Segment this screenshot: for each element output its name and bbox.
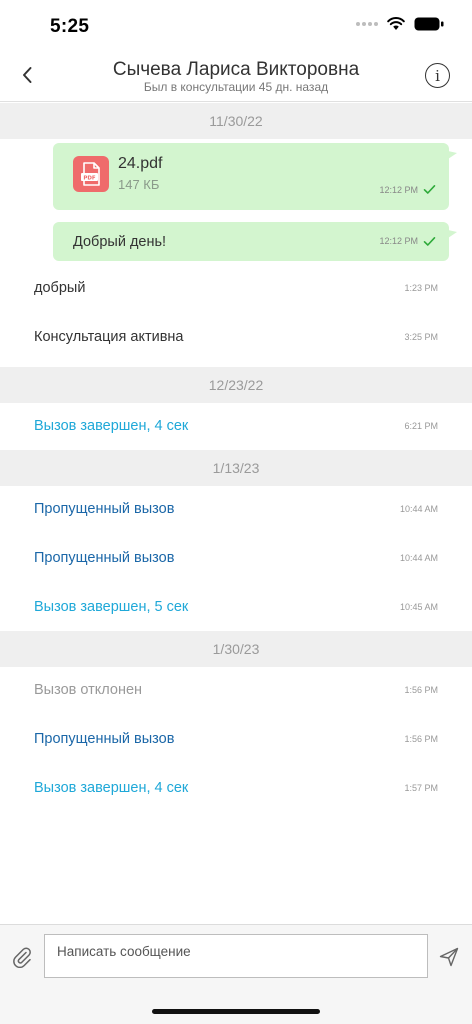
message-time: 10:44 AM	[399, 504, 438, 514]
call-event-message[interactable]: Пропущенный вызов 10:44 AM	[0, 535, 472, 584]
check-icon	[423, 237, 436, 246]
call-completed-text: Вызов завершен, 4 сек	[34, 418, 189, 434]
missed-call-text: Пропущенный вызов	[34, 731, 175, 747]
message-composer	[0, 924, 472, 1024]
call-completed-text: Вызов завершен, 4 сек	[34, 780, 189, 796]
last-seen-status: Был в консультации 45 дн. назад	[143, 80, 329, 94]
message-text: Консультация активна	[34, 329, 184, 345]
status-bar: 5:25	[0, 0, 472, 50]
message-text: Добрый день!	[73, 234, 167, 250]
message-input[interactable]	[44, 934, 428, 978]
call-completed-text: Вызов завершен, 5 сек	[34, 599, 189, 615]
message-time: 1:57 PM	[404, 783, 438, 793]
attach-button[interactable]	[11, 946, 33, 969]
status-icons	[356, 17, 444, 31]
message-time: 10:44 AM	[399, 553, 438, 563]
pdf-file-icon[interactable]: PDF	[73, 156, 109, 192]
signal-dots-icon	[356, 22, 378, 26]
file-name[interactable]: 24.pdf	[118, 155, 162, 173]
paperclip-icon	[13, 947, 31, 969]
call-event-message[interactable]: Вызов завершен, 4 сек 6:21 PM	[0, 403, 472, 450]
info-button[interactable]: i	[425, 63, 450, 88]
chat-messages[interactable]: 11/30/22 PDF 24.pdf 147 КБ 12:12 PM Добр…	[0, 103, 472, 924]
date-separator: 1/30/23	[0, 631, 472, 667]
call-event-message[interactable]: Вызов отклонен 1:56 PM	[0, 667, 472, 716]
battery-icon	[414, 17, 444, 31]
message-time: 1:23 PM	[404, 283, 438, 293]
missed-call-text: Пропущенный вызов	[34, 550, 175, 566]
message-time: 12:12 PM	[379, 185, 418, 195]
file-message-bubble[interactable]: PDF 24.pdf 147 КБ 12:12 PM	[53, 143, 457, 210]
incoming-message[interactable]: добрый 1:23 PM	[0, 265, 472, 314]
contact-name[interactable]: Сычева Лариса Викторовна	[0, 59, 472, 81]
call-event-message[interactable]: Пропущенный вызов 1:56 PM	[0, 716, 472, 765]
check-icon	[423, 185, 436, 194]
message-time: 6:21 PM	[404, 421, 438, 431]
chat-header: Сычева Лариса Викторовна Был в консульта…	[0, 50, 472, 102]
send-button[interactable]	[438, 946, 460, 968]
message-time: 1:56 PM	[404, 685, 438, 695]
date-separator: 11/30/22	[0, 103, 472, 139]
declined-call-text: Вызов отклонен	[34, 682, 143, 698]
status-time: 5:25	[50, 16, 90, 37]
file-size: 147 КБ	[118, 177, 160, 192]
call-event-message[interactable]: Вызов завершен, 5 сек 10:45 AM	[0, 584, 472, 631]
system-message[interactable]: Консультация активна 3:25 PM	[0, 314, 472, 367]
message-time: 12:12 PM	[379, 236, 418, 246]
missed-call-text: Пропущенный вызов	[34, 501, 175, 517]
info-icon: i	[435, 66, 440, 85]
wifi-icon	[387, 17, 405, 30]
message-time: 10:45 AM	[399, 602, 438, 612]
send-icon	[439, 947, 459, 967]
outgoing-message-bubble[interactable]: Добрый день! 12:12 PM	[53, 222, 457, 261]
call-event-message[interactable]: Пропущенный вызов 10:44 AM	[0, 486, 472, 535]
message-time: 3:25 PM	[404, 332, 438, 342]
date-separator: 12/23/22	[0, 367, 472, 403]
date-separator: 1/13/23	[0, 450, 472, 486]
message-text: добрый	[34, 280, 86, 296]
message-time: 1:56 PM	[404, 734, 438, 744]
call-event-message[interactable]: Вызов завершен, 4 сек 1:57 PM	[0, 765, 472, 814]
home-indicator	[152, 1009, 320, 1014]
pdf-icon-label: PDF	[83, 175, 96, 181]
